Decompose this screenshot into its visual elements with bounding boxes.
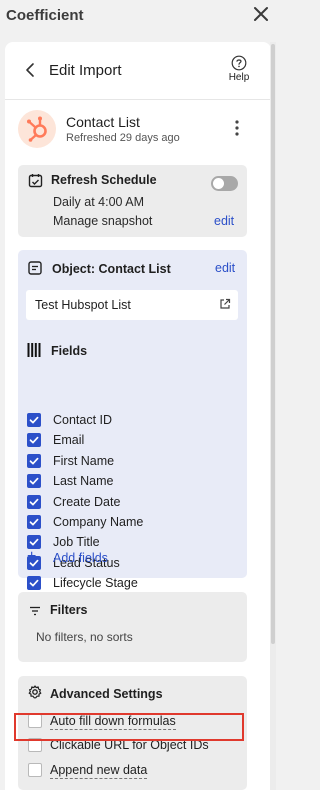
advanced-settings-title: Advanced Settings: [50, 687, 163, 701]
field-checkbox[interactable]: [27, 515, 41, 529]
field-row[interactable]: First Name: [27, 453, 227, 471]
filters-title: Filters: [50, 603, 88, 617]
field-row[interactable]: Create Date: [27, 494, 227, 512]
list-name: Test Hubspot List: [35, 298, 131, 312]
checkmark-icon: [29, 539, 39, 546]
field-row[interactable]: Contact ID: [27, 412, 227, 430]
plus-icon: +: [27, 548, 37, 565]
manage-snapshot-text: Manage snapshot: [53, 214, 153, 228]
top-bar: Coefficient: [0, 0, 276, 34]
checkmark-icon: [29, 498, 39, 506]
field-row[interactable]: Email: [27, 432, 227, 450]
fields-columns-icon: [27, 343, 41, 357]
field-checkbox[interactable]: [27, 413, 41, 427]
field-row[interactable]: Last Name: [27, 473, 227, 491]
append-new-data-label: Append new data: [50, 763, 148, 779]
refresh-schedule-edit-link[interactable]: edit: [214, 214, 234, 228]
panel-header: Edit Import Help: [5, 42, 271, 100]
help-icon: [231, 55, 247, 71]
field-label: Last Name: [53, 474, 114, 489]
field-label: First Name: [53, 453, 115, 468]
source-row: Contact List Refreshed 29 days ago: [5, 110, 271, 154]
help-button[interactable]: Help: [224, 55, 254, 83]
field-row[interactable]: Lifecycle Stage: [27, 575, 227, 593]
append-new-data-checkbox[interactable]: [28, 763, 42, 777]
close-icon[interactable]: [252, 5, 270, 23]
checkmark-icon: [29, 518, 39, 526]
add-fields-button[interactable]: + Add fields: [27, 548, 127, 566]
fields-title: Fields: [51, 344, 88, 358]
field-label: Create Date: [53, 494, 121, 509]
field-row[interactable]: Company Name: [27, 514, 227, 532]
external-link-icon[interactable]: [219, 298, 231, 310]
object-title: Object: Contact List: [52, 262, 171, 276]
field-label: Company Name: [53, 515, 144, 529]
field-label: Contact ID: [53, 413, 113, 427]
filters-card: Filters No filters, no sorts: [18, 592, 247, 662]
checkmark-icon: [29, 579, 39, 587]
field-checkbox[interactable]: [27, 494, 41, 509]
back-arrow-icon[interactable]: [23, 62, 37, 78]
field-checkbox[interactable]: [27, 453, 41, 468]
object-list-icon: [28, 261, 42, 275]
field-checkbox[interactable]: [27, 474, 41, 489]
more-options-icon[interactable]: [233, 119, 241, 137]
field-checkbox[interactable]: [27, 576, 41, 591]
checkmark-icon: [29, 457, 39, 465]
append-new-data-option[interactable]: Append new data: [28, 762, 238, 780]
schedule-text: Daily at 4:00 AM: [53, 195, 145, 209]
list-selector[interactable]: Test Hubspot List: [26, 290, 238, 320]
scrollbar-thumb[interactable]: [271, 44, 275, 644]
checkmark-icon: [29, 416, 39, 424]
object-edit-link[interactable]: edit: [215, 261, 235, 275]
filters-summary: No filters, no sorts: [36, 630, 133, 644]
checkmark-icon: [29, 437, 39, 444]
field-label: Job Title: [53, 535, 100, 550]
checkmark-icon: [29, 477, 39, 485]
edit-import-panel: Edit Import Help Contact List Refreshed …: [5, 42, 271, 790]
append-new-data-highlight: [14, 713, 244, 741]
source-name: Contact List: [66, 114, 140, 130]
gear-icon: [28, 685, 42, 699]
hubspot-logo-icon: [18, 110, 56, 148]
app-title: Coefficient: [6, 7, 84, 24]
page-title: Edit Import: [49, 62, 122, 79]
field-checkbox[interactable]: [27, 433, 41, 448]
refresh-schedule-card: Refresh Schedule Daily at 4:00 AM Manage…: [18, 165, 247, 237]
field-label: Email: [53, 433, 85, 448]
refreshed-status: Refreshed 29 days ago: [66, 132, 180, 144]
calendar-check-icon: [28, 174, 43, 188]
refresh-schedule-toggle[interactable]: [211, 176, 238, 191]
help-label: Help: [228, 72, 250, 83]
field-label: Lifecycle Stage: [53, 576, 138, 591]
filter-icon: [30, 606, 40, 616]
add-fields-label: Add fields: [53, 551, 108, 565]
refresh-schedule-title: Refresh Schedule: [51, 173, 157, 187]
object-card: Object: Contact List edit Test Hubspot L…: [18, 250, 247, 591]
